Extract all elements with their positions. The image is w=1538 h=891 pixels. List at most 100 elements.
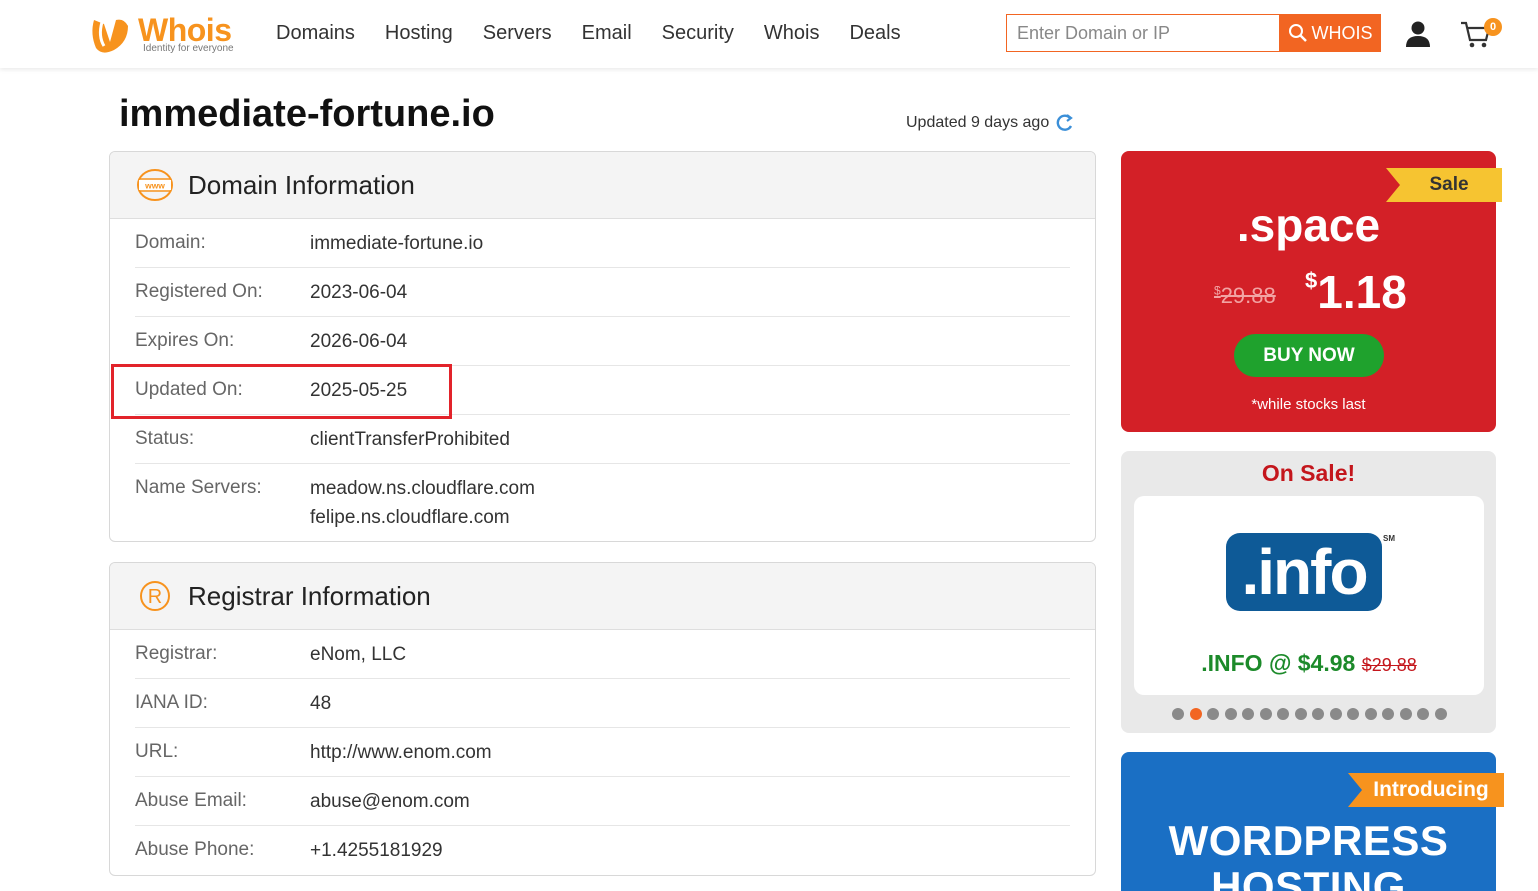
info-sale-price: .INFO @ $4.98: [1201, 650, 1356, 676]
domain-information-title: Domain Information: [188, 169, 415, 200]
on-sale-title: On Sale!: [1261, 460, 1356, 486]
carousel-dot[interactable]: [1399, 708, 1412, 720]
wordpress-line: WORDPRESS: [1168, 817, 1449, 864]
domain-label: Domain:: [135, 232, 206, 253]
carousel-dot[interactable]: [1434, 708, 1447, 720]
search-input[interactable]: [1006, 14, 1280, 52]
logo-mark-icon: [92, 19, 128, 53]
carousel-dot[interactable]: [1242, 708, 1254, 720]
registrar-information-title: Registrar Information: [188, 580, 431, 611]
svg-text:R: R: [148, 586, 162, 608]
carousel-dot[interactable]: [1294, 708, 1307, 720]
top-header: Whois Identity for everyone Domains Host…: [0, 0, 1538, 68]
table-row: IANA ID: 48: [135, 679, 1070, 728]
buy-now-button[interactable]: BUY NOW: [1234, 334, 1384, 377]
name-servers-label: Name Servers:: [135, 477, 262, 498]
table-row: Status: clientTransferProhibited: [135, 415, 1070, 464]
search-form: WHOIS: [1006, 14, 1381, 52]
registrar-value: eNom, LLC: [310, 644, 407, 665]
cart-count-badge: 0: [1484, 18, 1502, 36]
carousel-dot[interactable]: [1224, 708, 1237, 720]
logo-tagline: Identity for everyone: [143, 43, 234, 54]
abuse-phone-label: Abuse Phone:: [135, 839, 255, 860]
sale-old-price: $29.88: [1214, 283, 1276, 309]
registered-on-label: Registered On:: [135, 281, 263, 302]
whois-logo[interactable]: Whois Identity for everyone: [88, 12, 248, 56]
wordpress-hosting-text: WORDPRESS HOSTING: [1121, 818, 1496, 891]
nav-domains[interactable]: Domains: [276, 20, 355, 46]
table-row: Registered On: 2023-06-04: [135, 268, 1070, 317]
nav-security[interactable]: Security: [662, 20, 734, 46]
name-server-1: meadow.ns.cloudflare.com: [310, 478, 535, 499]
info-price: .INFO @ $4.98 $29.88: [1134, 650, 1484, 677]
nav-hosting[interactable]: Hosting: [385, 20, 453, 46]
nav-deals[interactable]: Deals: [849, 20, 900, 46]
old-price-amount: 29.88: [1220, 283, 1276, 308]
carousel-dot[interactable]: [1207, 708, 1219, 720]
table-row: Name Servers: meadow.ns.cloudflare.com f…: [135, 464, 1070, 541]
user-account-icon[interactable]: [1404, 20, 1432, 48]
updated-text: Updated 9 days ago: [906, 114, 1050, 131]
sale-ribbon: Sale: [1386, 168, 1502, 202]
nav-whois[interactable]: Whois: [764, 20, 820, 46]
info-logo: .info: [1226, 533, 1382, 611]
abuse-email-label: Abuse Email:: [135, 790, 247, 811]
table-row: Domain: immediate-fortune.io: [135, 219, 1070, 268]
name-server-2: felipe.ns.cloudflare.com: [310, 507, 510, 528]
svg-text:www: www: [144, 181, 165, 191]
search-icon: [1288, 24, 1307, 42]
carousel-dot[interactable]: [1189, 708, 1202, 720]
registrar-information-panel: R Registrar Information Registrar: eNom,…: [109, 562, 1096, 876]
table-row: URL: http://www.enom.com: [135, 728, 1070, 777]
domain-information-header: www Domain Information: [110, 152, 1095, 219]
carousel-dot[interactable]: [1347, 708, 1359, 720]
carousel-dot[interactable]: [1277, 708, 1289, 720]
carousel-dot[interactable]: [1364, 708, 1377, 720]
table-row: Registrar: eNom, LLC: [135, 630, 1070, 679]
registered-trademark-icon: R: [136, 577, 174, 615]
abuse-phone-value: +1.4255181929: [310, 840, 443, 861]
sale-tld: .space: [1236, 199, 1381, 251]
domain-title: immediate-fortune.io: [119, 93, 495, 135]
carousel-dot[interactable]: [1312, 708, 1324, 720]
sale-new-price: $1.18: [1305, 265, 1407, 319]
www-globe-icon: www: [136, 166, 174, 204]
table-row: Abuse Phone: +1.4255181929: [135, 826, 1070, 875]
hosting-line: HOSTING: [1211, 863, 1406, 891]
search-button-label: WHOIS: [1311, 22, 1373, 43]
updated-status: Updated 9 days ago: [906, 113, 1075, 133]
whois-search-button[interactable]: WHOIS: [1279, 14, 1381, 52]
main-nav: Domains Hosting Servers Email Security W…: [276, 20, 931, 46]
old-currency: $: [1214, 283, 1221, 298]
domain-information-panel: www Domain Information Domain: immediate…: [109, 151, 1096, 542]
expires-on-value: 2026-06-04: [310, 331, 408, 352]
expires-on-label: Expires On:: [135, 330, 235, 351]
carousel-dot[interactable]: [1329, 708, 1342, 720]
introducing-ribbon: Introducing: [1348, 773, 1504, 807]
updated-on-highlight-box: [111, 364, 452, 419]
new-price-amount: 1.18: [1317, 266, 1407, 318]
url-value: http://www.enom.com: [310, 742, 492, 763]
nav-email[interactable]: Email: [582, 20, 632, 46]
registered-on-value: 2023-06-04: [310, 282, 408, 303]
url-label: URL:: [135, 741, 179, 762]
service-mark: SM: [1383, 534, 1395, 543]
refresh-icon[interactable]: [1055, 113, 1075, 133]
registrar-information-header: R Registrar Information: [110, 563, 1095, 630]
table-row: Expires On: 2026-06-04: [135, 317, 1070, 366]
status-label: Status:: [135, 428, 195, 449]
iana-id-value: 48: [310, 693, 332, 714]
domain-value: immediate-fortune.io: [310, 233, 484, 254]
carousel-dot[interactable]: [1172, 708, 1184, 720]
table-row: Abuse Email: abuse@enom.com: [135, 777, 1070, 826]
iana-id-label: IANA ID:: [135, 692, 208, 713]
name-servers-value: meadow.ns.cloudflare.com felipe.ns.cloud…: [310, 474, 535, 532]
carousel-dot[interactable]: [1382, 708, 1394, 720]
stock-note: *while stocks last: [1251, 396, 1366, 413]
registrar-label: Registrar:: [135, 643, 218, 664]
carousel-dot[interactable]: [1417, 708, 1429, 720]
new-currency: $: [1305, 268, 1318, 293]
carousel-dot[interactable]: [1259, 708, 1272, 720]
nav-servers[interactable]: Servers: [483, 20, 552, 46]
abuse-email-value: abuse@enom.com: [310, 791, 470, 812]
